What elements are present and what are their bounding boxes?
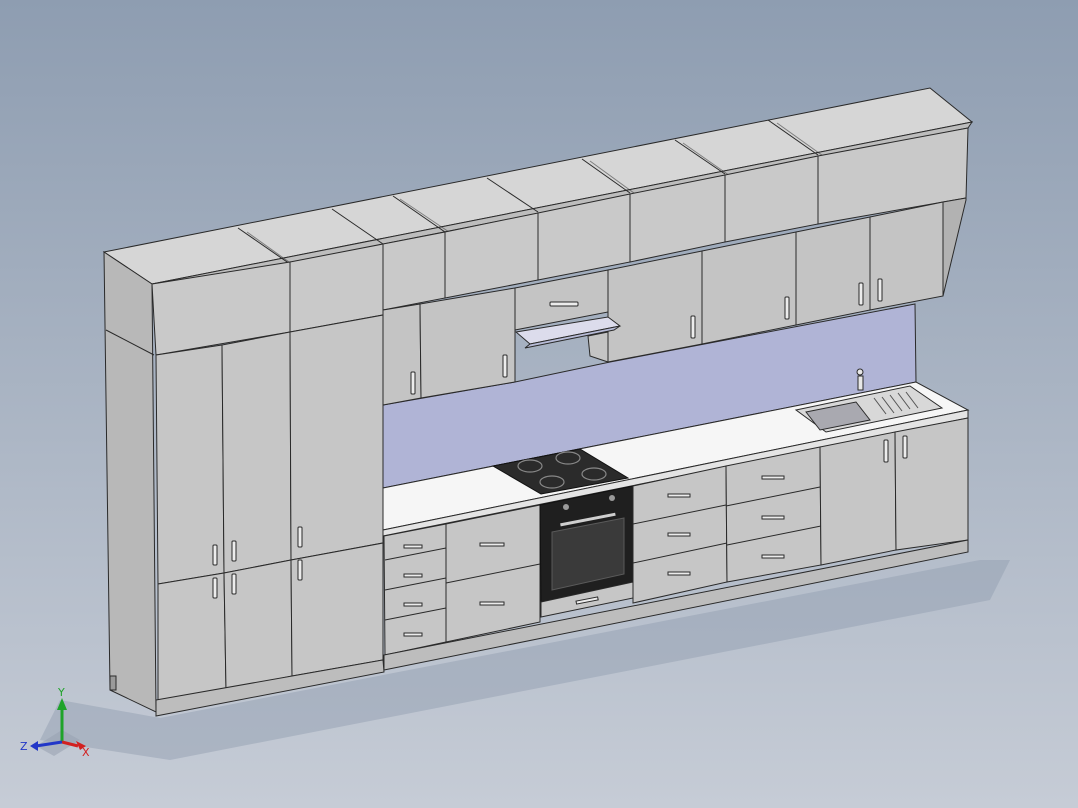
y-axis-label: Y (57, 686, 65, 699)
kitchen-model[interactable] (0, 0, 1078, 808)
wall-cabinet-upper-1[interactable] (382, 231, 446, 311)
faucet-icon (856, 368, 864, 391)
tall-cabinet-door-2[interactable] (221, 331, 292, 574)
tall-cabinet-door-3[interactable] (289, 314, 384, 561)
wall-cabinet-lower-4[interactable] (701, 231, 797, 345)
z-axis-arrow (30, 741, 38, 751)
base-drawer-stack-4[interactable] (725, 446, 822, 583)
coordinate-triad: Y X Z (20, 686, 90, 759)
wall-cabinet-lower-5[interactable] (795, 216, 871, 326)
wall-cabinet-lower-3[interactable] (607, 250, 703, 363)
range-hood-chimney (587, 331, 609, 363)
tall-cabinet-door-6[interactable] (290, 542, 384, 677)
tall-side-panel (103, 251, 157, 713)
z-axis-label: Z (20, 740, 28, 753)
wall-cabinet-lower-2[interactable] (419, 287, 516, 399)
y-axis-arrow (57, 698, 67, 710)
graphics-viewport[interactable]: Y X Z (0, 0, 1078, 808)
x-axis-label: X (82, 746, 90, 759)
wall-cabinet-side (942, 197, 967, 297)
leg-left (109, 675, 117, 691)
